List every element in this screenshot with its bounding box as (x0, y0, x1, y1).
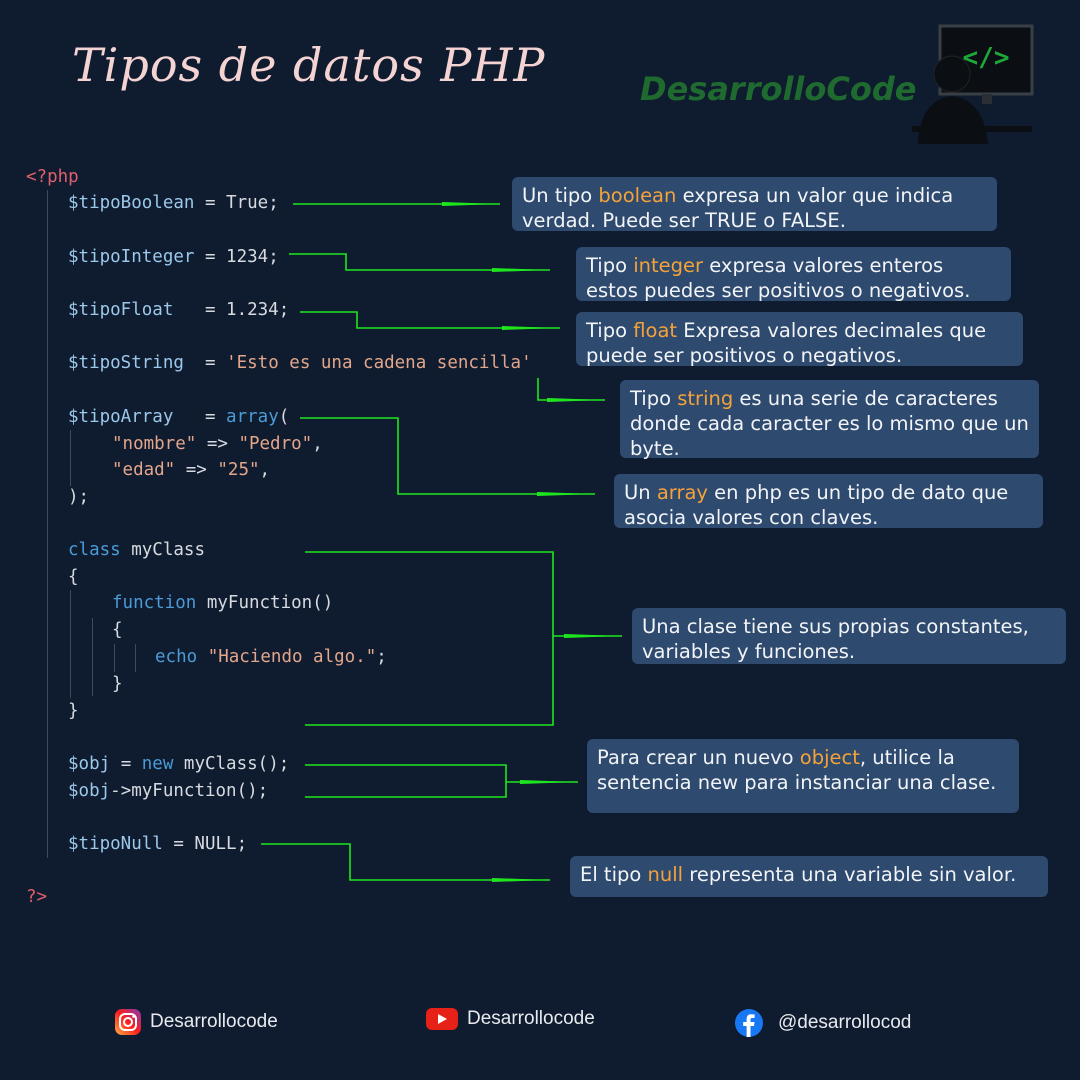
box-text: representa una variable sin valor. (683, 863, 1017, 886)
box-text: Tipo (586, 319, 634, 342)
highlight-term: integer (633, 254, 704, 277)
highlight-term: object (799, 746, 860, 769)
description-object: Para crear un nuevo object, utilice la s… (587, 739, 1019, 813)
bracket-object (305, 764, 507, 798)
box-text: Tipo (630, 387, 678, 410)
description-integer: Tipo integer expresa valores enteros est… (576, 247, 1011, 302)
arrow-string (537, 378, 605, 402)
youtube-label: Desarrollocode (467, 1008, 595, 1029)
box-text: Tipo (586, 254, 634, 277)
instagram-label: Desarrollocode (150, 1011, 278, 1032)
highlight-term: string (677, 387, 734, 410)
description-string: Tipo string es una serie de caracteres d… (620, 380, 1039, 460)
bracket-class (305, 551, 554, 726)
connector-arrows (261, 202, 622, 882)
infographic: Tipos de datos PHP DesarrolloCode </> <?… (0, 0, 1080, 1080)
arrow-float (300, 311, 560, 330)
social-facebook[interactable]: @desarrollocod (734, 1008, 911, 1038)
facebook-icon (735, 1009, 763, 1037)
highlight-term: null (647, 863, 684, 886)
box-text: Un tipo (522, 184, 599, 207)
social-instagram[interactable]: Desarrollocode (114, 1008, 278, 1036)
highlight-term: float (633, 319, 678, 342)
facebook-label: @desarrollocod (778, 1012, 912, 1033)
arrow-array (300, 417, 595, 496)
description-float: Tipo float Expresa valores decimales que… (576, 312, 1023, 367)
box-text: El tipo (580, 863, 648, 886)
highlight-term: boolean (598, 184, 677, 207)
description-boolean: Un tipo boolean expresa un valor que ind… (512, 177, 997, 232)
description-array: Un array en php es un tipo de dato que a… (614, 474, 1043, 529)
instagram-icon (115, 1009, 141, 1035)
social-youtube[interactable]: Desarrollocode (425, 1006, 595, 1032)
youtube-icon (426, 1008, 458, 1030)
arrow-null (261, 843, 550, 882)
arrow-integer (289, 253, 550, 272)
box-text: Un (624, 481, 657, 504)
box-text: Para crear un nuevo (597, 746, 800, 769)
box-text: Una clase tiene sus propias constantes, … (642, 615, 1029, 663)
description-null: El tipo null representa una variable sin… (570, 856, 1048, 897)
highlight-term: array (656, 481, 708, 504)
description-class: Una clase tiene sus propias constantes, … (632, 608, 1066, 664)
